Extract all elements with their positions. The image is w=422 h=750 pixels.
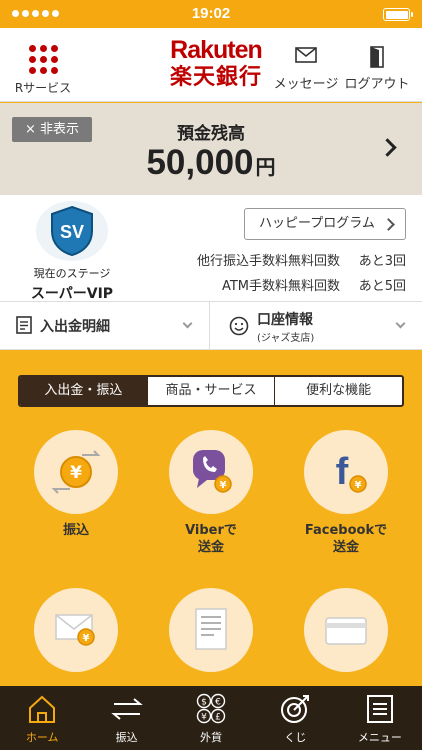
- statement-doc-icon: [16, 316, 32, 338]
- r-services-grid-icon: [28, 44, 58, 74]
- envelope-yen-icon: ¥: [34, 588, 118, 672]
- fee-label: ATM手数料無料回数: [221, 279, 340, 294]
- viber-icon: ¥: [169, 430, 253, 514]
- tile-label: 振込: [62, 523, 89, 538]
- svg-text:¥: ¥: [220, 480, 227, 491]
- tile-card[interactable]: [290, 588, 402, 672]
- balance-label: 預金残高: [177, 124, 245, 144]
- nav-label: 振込: [115, 731, 138, 744]
- status-bar: 19:02: [0, 0, 422, 28]
- svg-text:£: £: [215, 713, 221, 723]
- chevron-down-icon: [182, 318, 193, 329]
- message-button[interactable]: メッセージ: [272, 46, 340, 92]
- bottom-navigation: ホーム 振込 $ € ¥ £ 外貨 くじ メニュー: [0, 686, 422, 750]
- account-info-label: 口座情報: [257, 312, 313, 328]
- status-time: 19:02: [191, 5, 231, 22]
- fee-count: あと5回: [358, 279, 406, 294]
- smiley-icon: [229, 316, 249, 340]
- sv-shield-icon: SV: [36, 201, 108, 261]
- branch-label: (ジャズ支店): [257, 333, 315, 344]
- svg-text:¥: ¥: [355, 480, 362, 491]
- balance-value: 50,000: [146, 143, 254, 182]
- fee-row-transfer: 他行振込手数料無料回数 あと3回: [160, 250, 406, 269]
- balance-panel[interactable]: × 非表示 預金残高 50,000 円: [0, 103, 422, 195]
- tile-facebook[interactable]: f ¥ Facebookで 送金: [290, 430, 402, 556]
- balance-unit: 円: [255, 157, 276, 179]
- svg-text:¥: ¥: [70, 463, 82, 483]
- door-icon: [342, 46, 412, 68]
- svg-text:¥: ¥: [83, 633, 90, 644]
- nav-menu[interactable]: メニュー: [338, 686, 422, 750]
- tile-label: Facebookで 送金: [304, 523, 388, 555]
- statement-dropdown[interactable]: 入出金明細: [0, 302, 210, 350]
- svg-text:€: €: [215, 698, 221, 708]
- svg-text:$: $: [201, 698, 207, 708]
- battery-icon: [383, 8, 413, 21]
- rservice-button[interactable]: Rサービス: [10, 44, 76, 96]
- nav-label: メニュー: [357, 731, 402, 744]
- stage-badge-text: SV: [60, 222, 84, 242]
- logo-text-en: Rakuten: [170, 36, 263, 64]
- account-actions: 入出金明細 口座情報 (ジャズ支店): [0, 302, 422, 350]
- card-icon: [304, 588, 388, 672]
- logout-label: ログアウト: [344, 77, 410, 92]
- tab-products-services[interactable]: 商品・サービス: [148, 377, 276, 405]
- home-icon: [0, 692, 84, 726]
- nav-lottery[interactable]: くじ: [253, 686, 337, 750]
- nav-transfer[interactable]: 振込: [84, 686, 168, 750]
- tile-transfer[interactable]: ¥ 振込: [20, 430, 132, 539]
- nav-foreign-currency[interactable]: $ € ¥ £ 外貨: [169, 686, 253, 750]
- nav-label: 外貨: [200, 731, 223, 744]
- statement-label: 入出金明細: [40, 319, 110, 335]
- envelope-icon: [272, 46, 340, 68]
- rakuten-bank-logo: Rakuten 楽天銀行: [164, 36, 268, 90]
- facebook-icon: f ¥: [304, 430, 388, 514]
- happy-program-button[interactable]: ハッピープログラム: [244, 208, 406, 240]
- menu-icon: [338, 692, 422, 726]
- fee-count: あと3回: [358, 254, 406, 269]
- tile-document[interactable]: [155, 588, 267, 672]
- svg-text:f: f: [336, 451, 349, 493]
- chevron-down-icon: [395, 318, 406, 329]
- tab-useful-features[interactable]: 便利な機能: [275, 377, 402, 405]
- current-stage-label: 現在のステージ: [33, 267, 111, 280]
- nav-label: くじ: [284, 731, 307, 744]
- yen-coin-transfer-icon: ¥: [34, 430, 118, 514]
- app-header: Rサービス Rakuten 楽天銀行 メッセージ ログアウト: [0, 28, 422, 102]
- tile-viber[interactable]: ¥ Viberで 送金: [155, 430, 267, 556]
- logout-button[interactable]: ログアウト: [342, 46, 412, 92]
- fee-label: 他行振込手数料無料回数: [196, 254, 340, 269]
- tile-envelope-transfer[interactable]: ¥: [20, 588, 132, 672]
- feature-tabs: 入出金・振込 商品・サービス 便利な機能: [18, 375, 404, 407]
- logo-text-ja: 楽天銀行: [169, 64, 262, 89]
- stage-info: SV 現在のステージ スーパーVIP: [10, 201, 134, 303]
- balance-amount: 50,000 円: [0, 143, 422, 183]
- nav-home[interactable]: ホーム: [0, 686, 84, 750]
- svg-text:¥: ¥: [201, 713, 207, 723]
- tile-label: Viberで 送金: [185, 523, 237, 555]
- transfer-icon: [84, 692, 168, 726]
- currency-icon: $ € ¥ £: [169, 692, 253, 726]
- tab-deposit-transfer[interactable]: 入出金・振込: [20, 377, 148, 405]
- stage-name: スーパーVIP: [30, 286, 114, 302]
- account-info-dropdown[interactable]: 口座情報 (ジャズ支店): [211, 302, 422, 350]
- fee-row-atm: ATM手数料無料回数 あと5回: [160, 275, 406, 294]
- document-icon: [169, 588, 253, 672]
- target-icon: [253, 692, 337, 726]
- message-label: メッセージ: [273, 77, 339, 92]
- member-stage-panel: SV 現在のステージ スーパーVIP ハッピープログラム 他行振込手数料無料回数…: [0, 195, 422, 302]
- nav-label: ホーム: [25, 731, 59, 744]
- rservice-label: Rサービス: [14, 81, 72, 95]
